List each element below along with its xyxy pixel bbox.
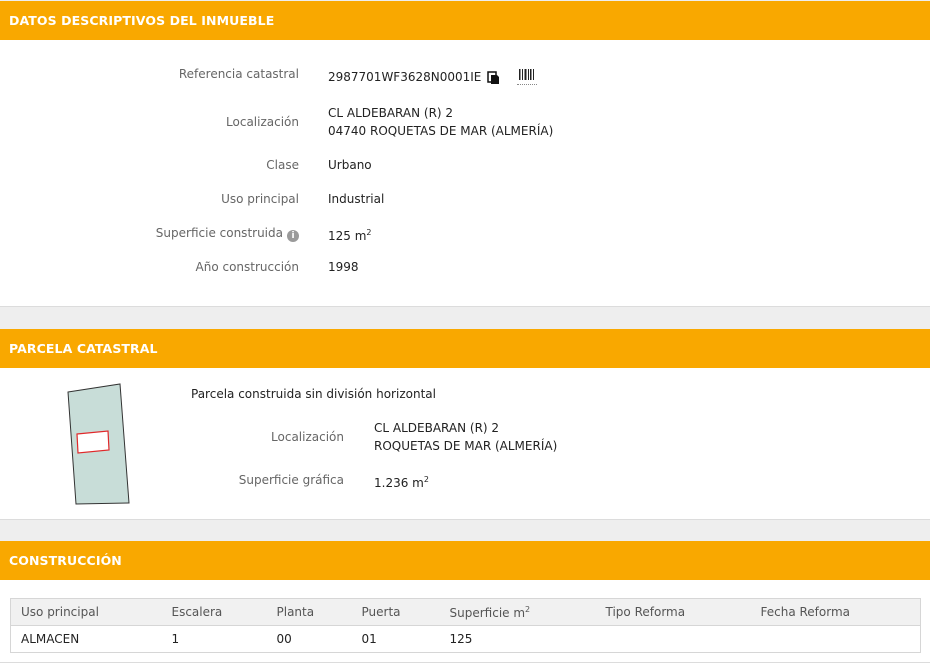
superficie-grafica-value: 1.236 m2 [374, 471, 429, 492]
col-superficie-exponent: 2 [525, 604, 531, 614]
clase-label: Clase [266, 158, 299, 172]
superficie-construida-number: 125 m [328, 229, 367, 243]
localizacion-line2: 04740 ROQUETAS DE MAR (ALMERÍA) [328, 124, 554, 138]
datos-panel: Referencia catastral 2987701WF3628N0001I… [0, 40, 930, 307]
superficie-grafica-exponent: 2 [423, 475, 429, 484]
parcela-title: Parcela construida sin división horizont… [191, 387, 436, 401]
section-header-construccion: CONSTRUCCIÓN [0, 541, 930, 580]
superficie-grafica-number: 1.236 m [374, 476, 424, 490]
col-superficie-text: Superficie m [449, 605, 526, 620]
construccion-table: Uso principal Escalera Planta Puerta Sup… [10, 598, 921, 653]
table-header-row: Uso principal Escalera Planta Puerta Sup… [10, 598, 921, 626]
col-escalera: Escalera [161, 598, 267, 626]
parcela-localizacion-label: Localización [271, 430, 344, 444]
uso-principal-label: Uso principal [221, 192, 299, 206]
col-planta: Planta [266, 598, 352, 626]
building-footprint [76, 430, 110, 454]
anio-construccion-label: Año construcción [195, 260, 300, 274]
parcela-localizacion-line2: ROQUETAS DE MAR (ALMERÍA) [374, 439, 558, 453]
col-tipo-reforma: Tipo Reforma [595, 598, 751, 626]
col-puerta: Puerta [351, 598, 440, 626]
cell-fecha-reforma [750, 625, 921, 653]
cell-puerta: 01 [351, 625, 440, 653]
cell-superficie: 125 [439, 625, 596, 653]
construccion-panel: Uso principal Escalera Planta Puerta Sup… [0, 580, 930, 663]
copy-icon[interactable] [487, 71, 501, 85]
parcel-map-icon[interactable] [66, 382, 132, 506]
superficie-construida-value: 125 m2 [328, 224, 372, 245]
cell-escalera: 1 [161, 625, 267, 653]
localizacion-line1: CL ALDEBARAN (R) 2 [328, 106, 454, 120]
cell-uso: ALMACEN [10, 625, 162, 653]
uso-principal-value: Industrial [328, 192, 385, 206]
ref-catastral-value: 2987701WF3628N0001IE [328, 70, 482, 84]
cell-planta: 00 [266, 625, 352, 653]
parcela-panel: Parcela construida sin división horizont… [0, 368, 930, 520]
col-uso-principal: Uso principal [10, 598, 162, 626]
ref-catastral-label: Referencia catastral [178, 67, 299, 81]
clase-value: Urbano [328, 158, 372, 172]
table-row: ALMACEN 1 00 01 125 [10, 625, 921, 653]
info-icon[interactable]: i [287, 230, 299, 242]
col-superficie: Superficie m2 [439, 598, 596, 626]
superficie-grafica-label: Superficie gráfica [238, 473, 344, 487]
barcode-icon[interactable] [517, 68, 537, 85]
localizacion-label: Localización [226, 115, 299, 129]
cell-tipo-reforma [595, 625, 751, 653]
superficie-unit-exponent: 2 [366, 228, 372, 237]
col-fecha-reforma: Fecha Reforma [750, 598, 921, 626]
anio-construccion-value: 1998 [328, 260, 359, 274]
section-header-parcela: PARCELA CATASTRAL [0, 329, 930, 368]
section-header-datos: DATOS DESCRIPTIVOS DEL INMUEBLE [0, 1, 930, 40]
parcela-localizacion-line1: CL ALDEBARAN (R) 2 [374, 421, 500, 435]
superficie-construida-text: Superficie construida [155, 226, 283, 240]
superficie-construida-label: Superficie construida i [156, 226, 299, 242]
